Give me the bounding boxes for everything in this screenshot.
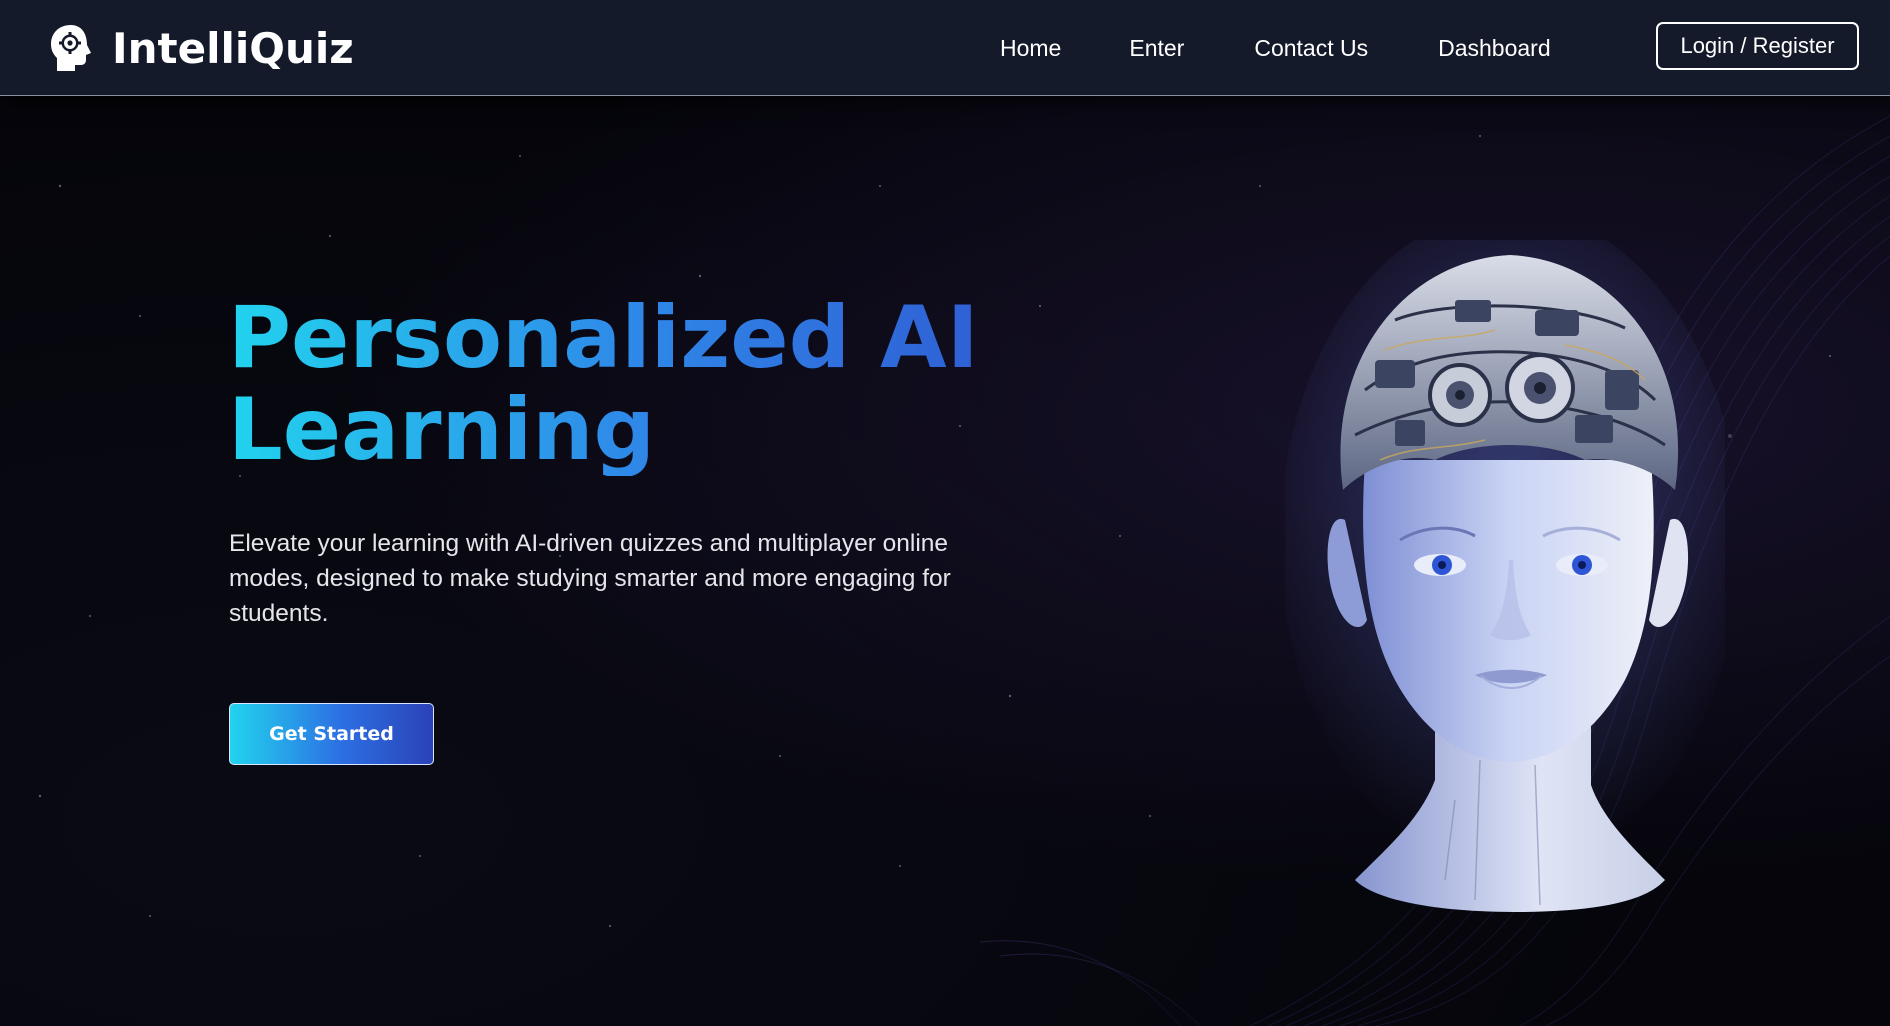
get-started-button[interactable]: Get Started (229, 703, 434, 765)
login-register-button[interactable]: Login / Register (1656, 22, 1859, 70)
brand-logo[interactable]: IntelliQuiz (48, 20, 354, 76)
landing-page: IntelliQuiz Home Enter Contact Us Dashbo… (0, 0, 1890, 1026)
ai-robot-head-illustration (1285, 240, 1725, 912)
hero-title-line-2: Learning (228, 380, 656, 480)
nav-home-link[interactable]: Home (1000, 35, 1061, 62)
nav-dashboard-link[interactable]: Dashboard (1438, 35, 1551, 62)
nav-menu: Home Enter Contact Us Dashboard (1000, 0, 1551, 96)
hero-title-line-1: Personalized AI (228, 288, 979, 388)
hero-title: Personalized AI Learning (228, 292, 988, 476)
hero-description: Elevate your learning with AI-driven qui… (229, 530, 951, 627)
brand-name: IntelliQuiz (112, 23, 354, 73)
head-gear-icon (51, 25, 91, 71)
top-navbar: IntelliQuiz Home Enter Contact Us Dashbo… (0, 0, 1890, 96)
nav-contact-us-link[interactable]: Contact Us (1254, 35, 1368, 62)
nav-enter-link[interactable]: Enter (1129, 35, 1184, 62)
